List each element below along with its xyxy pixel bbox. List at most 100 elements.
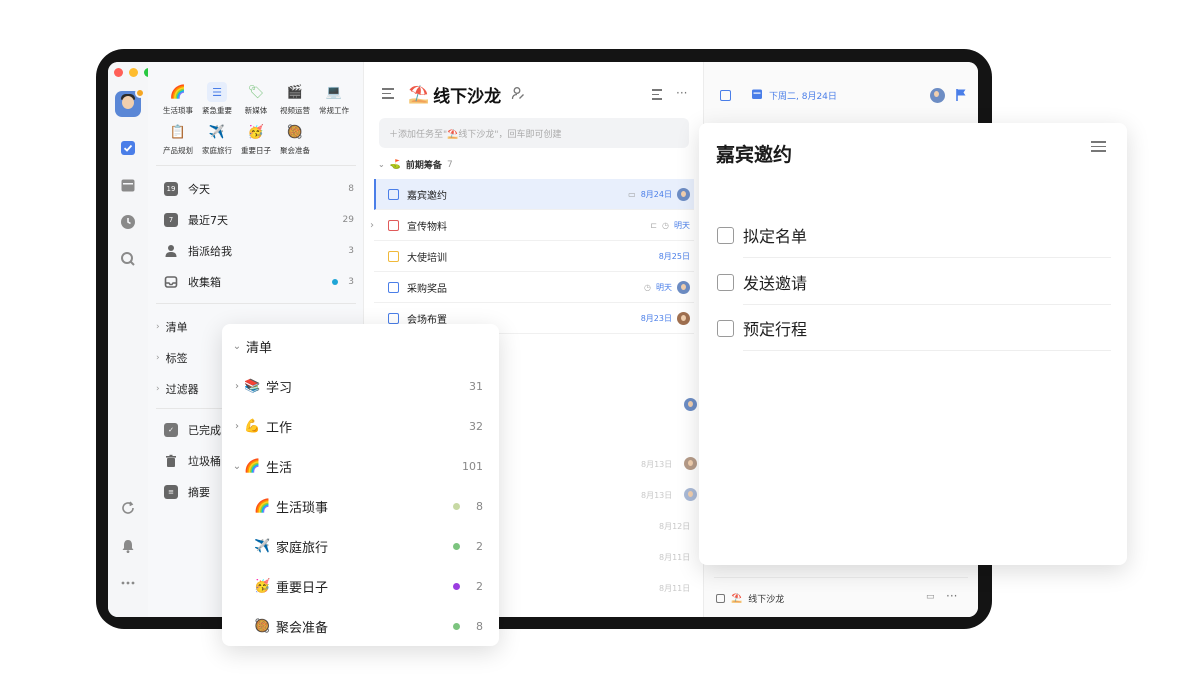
group-label: 过滤器 — [165, 383, 199, 396]
task-row[interactable]: 大使培训 8月25日 — [374, 241, 694, 272]
count-label: 2 — [476, 579, 483, 593]
sort-icon[interactable] — [652, 89, 662, 100]
chevron-right-icon[interactable]: › — [230, 381, 244, 392]
assignee-avatar — [684, 398, 697, 411]
chevron-right-icon[interactable]: › — [230, 421, 244, 432]
faded-date: 8月12日 — [659, 522, 691, 531]
subtask-title[interactable]: 发送邀请 — [743, 259, 1111, 305]
subtask-item[interactable]: 拟定名单 — [717, 212, 1111, 258]
due-date: 8月25日 — [658, 251, 690, 261]
list-item-life[interactable]: ⌄ 🌈 生活 101 — [222, 446, 499, 486]
shortcut-video[interactable]: 🎬 视频运营 — [275, 82, 315, 116]
checkbox-icon[interactable] — [119, 139, 137, 157]
subtask-item[interactable]: 预定行程 — [717, 305, 1111, 351]
subtask-checkbox[interactable] — [717, 319, 734, 337]
chevron-down-icon[interactable]: ⌄ — [230, 461, 244, 472]
minimize-window-button[interactable] — [129, 68, 138, 77]
list-item-study[interactable]: › 📚 学习 31 — [222, 366, 499, 406]
section-header[interactable]: ⌄ ⛳ 前期筹备 7 — [378, 158, 453, 172]
more-options-icon[interactable]: ··· — [676, 86, 687, 100]
shortcut-urgent[interactable]: ☰ 紧急重要 — [197, 82, 237, 116]
flag-icon[interactable] — [955, 87, 967, 106]
shortcut-label: 生活琐事 — [163, 106, 193, 115]
faded-date: 8月11日 — [659, 553, 691, 562]
subtask-title[interactable]: 预定行程 — [743, 305, 1111, 351]
add-task-input[interactable]: ＋添加任务至"⛱️线下沙龙"，回车即可创建 — [379, 118, 689, 148]
assignee-avatar — [677, 311, 690, 325]
list-item-work[interactable]: › 💪 工作 32 — [222, 406, 499, 446]
reminder-icon: ◷ — [662, 220, 669, 230]
list-popup-header[interactable]: ⌄ 清单 — [222, 326, 499, 366]
note-icon[interactable] — [720, 90, 731, 101]
shortcut-party-prep[interactable]: 🥘 聚会准备 — [275, 122, 315, 156]
list-item-label: 聚会准备 — [276, 620, 329, 636]
subtask-checkbox[interactable] — [717, 226, 734, 244]
faded-date: 8月13日 — [641, 491, 673, 500]
shortcut-label: 聚会准备 — [280, 146, 310, 155]
task-checkbox[interactable] — [388, 281, 399, 293]
note-icon[interactable] — [388, 188, 399, 200]
task-checkbox[interactable] — [388, 219, 399, 231]
list-color-dot — [453, 622, 460, 630]
list-item-family-travel[interactable]: ✈️ 家庭旅行 2 — [222, 526, 499, 566]
chevron-down-icon: ⌄ — [232, 340, 242, 352]
beach-umbrella-icon: ⛱️ — [408, 84, 430, 105]
more-icon[interactable] — [119, 574, 137, 592]
rainbow-icon: 🌈 — [244, 458, 261, 474]
due-date-button[interactable]: 下周二, 8月24日 — [769, 89, 837, 102]
task-checkbox[interactable] — [388, 312, 399, 324]
assignee-avatar[interactable] — [930, 88, 945, 103]
task-title[interactable]: 嘉宾邀约 — [716, 140, 792, 167]
sidebar-item-today[interactable]: 19 今天 8 — [164, 178, 354, 200]
sidebar-item-label: 最近7天 — [188, 214, 228, 227]
list-selector[interactable]: ⛱️ 线下沙龙 — [716, 592, 784, 605]
list-item-party-prep[interactable]: 🥘 聚会准备 8 — [222, 606, 499, 646]
list-item-life-chores[interactable]: 🌈 生活琐事 8 — [222, 486, 499, 526]
sidebar-toggle-icon[interactable] — [382, 88, 394, 99]
shortcut-label: 家庭旅行 — [202, 146, 232, 155]
subtask-checkbox[interactable] — [717, 273, 734, 291]
bell-icon[interactable] — [119, 537, 137, 555]
subtask-list-icon[interactable] — [1091, 141, 1106, 152]
avatar[interactable] — [115, 88, 145, 117]
subtask-title[interactable]: 拟定名单 — [743, 212, 1111, 258]
clipboard-icon: 📋 — [169, 124, 187, 140]
task-row[interactable]: 采购奖品 ◷ 明天 — [374, 272, 694, 303]
sidebar-item-assigned[interactable]: 指派给我 3 — [164, 240, 354, 262]
count-label: 2 — [476, 539, 483, 553]
comment-icon[interactable]: ▭ — [926, 592, 935, 602]
task-row[interactable]: 嘉宾邀约 ▭ 8月24日 — [374, 179, 694, 210]
shortcut-new-media[interactable]: 🏷 新媒体 — [236, 82, 276, 116]
list-item-important-days[interactable]: 🥳 重要日子 2 — [222, 566, 499, 606]
task-checkbox[interactable] — [388, 250, 399, 262]
detail-divider — [714, 577, 968, 578]
share-user-icon[interactable] — [511, 85, 525, 105]
trash-icon — [164, 454, 178, 468]
count-label: 3 — [348, 277, 354, 287]
group-filters[interactable]: › 过滤器 — [156, 381, 199, 397]
shortcut-product-plan[interactable]: 📋 产品规划 — [158, 122, 198, 156]
pot-icon: 🥘 — [254, 618, 271, 634]
list-color-dot — [453, 582, 460, 590]
shortcut-family-travel[interactable]: ✈️ 家庭旅行 — [197, 122, 237, 156]
chevron-down-icon: ⌄ — [378, 160, 385, 169]
shortcut-routine-work[interactable]: 💻 常规工作 — [314, 82, 354, 116]
shortcut-label: 产品规划 — [163, 146, 193, 155]
count-label: 101 — [462, 459, 483, 473]
search-icon[interactable] — [119, 250, 137, 268]
close-window-button[interactable] — [114, 68, 123, 77]
chevron-right-icon[interactable]: › — [370, 220, 374, 231]
clock-icon[interactable] — [119, 213, 137, 231]
subtask-item[interactable]: 发送邀请 — [717, 259, 1111, 305]
shortcut-important-days[interactable]: 🥳 重要日子 — [236, 122, 276, 156]
more-options-icon[interactable]: ··· — [946, 589, 957, 603]
sync-icon[interactable] — [119, 499, 137, 517]
shortcut-life-chores[interactable]: 🌈 生活琐事 — [158, 82, 198, 116]
group-lists[interactable]: › 清单 — [156, 319, 188, 335]
sidebar-item-inbox[interactable]: 收集箱 3 — [164, 271, 354, 293]
task-title: 宣传物料 — [407, 221, 447, 233]
sidebar-item-next-7-days[interactable]: 7 最近7天 29 — [164, 209, 354, 231]
task-row[interactable]: › 宣传物料 ⊏ ◷ 明天 — [370, 210, 694, 241]
group-tags[interactable]: › 标签 — [156, 350, 188, 366]
calendar-icon[interactable] — [119, 176, 137, 194]
